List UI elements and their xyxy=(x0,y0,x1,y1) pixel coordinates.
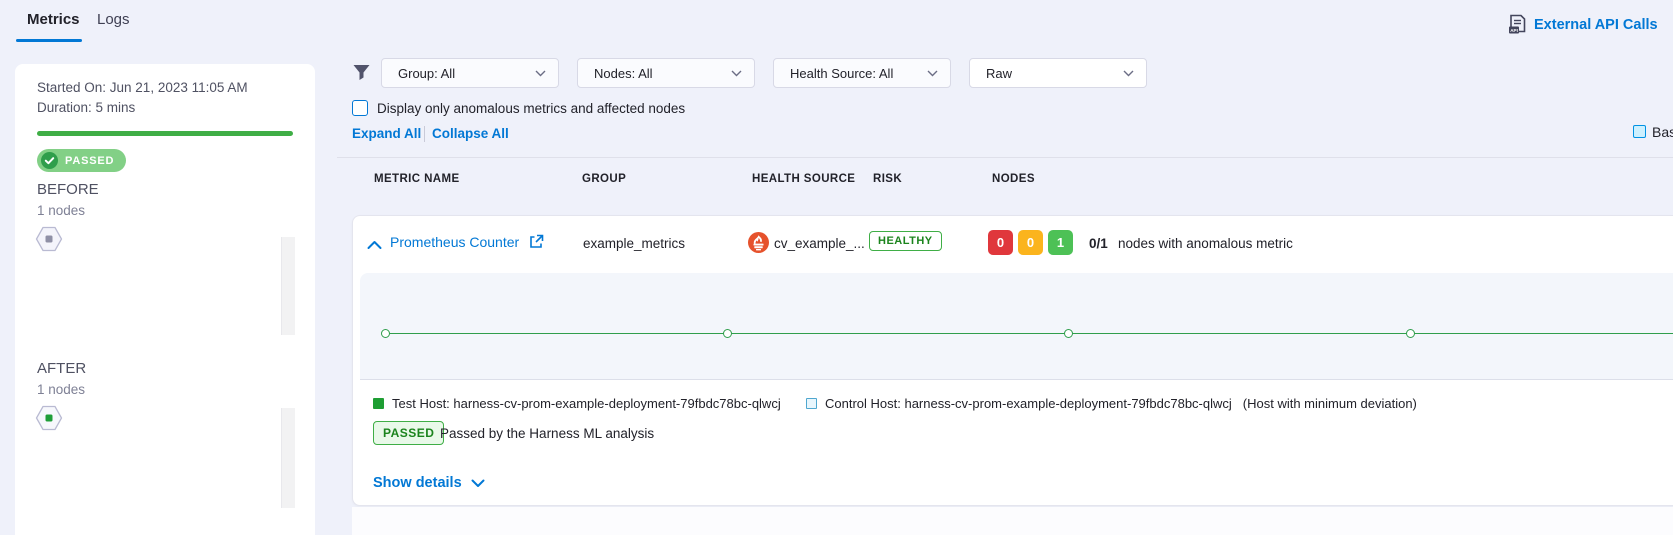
control-host-swatch-icon xyxy=(806,398,817,409)
analysis-verdict-text: Passed by the Harness ML analysis xyxy=(440,426,654,441)
legend-control-note: (Host with minimum deviation) xyxy=(1243,396,1417,411)
links-divider xyxy=(424,126,425,142)
tab-metrics[interactable]: Metrics xyxy=(27,11,80,28)
verification-status-badge: PASSED xyxy=(37,149,126,172)
baseline-legend-label: Base xyxy=(1652,124,1673,140)
anomalous-node-count-badge-red: 0 xyxy=(988,230,1013,255)
tab-metrics-active-underline xyxy=(16,39,82,42)
legend-test-host: Test Host: harness-cv-prom-example-deplo… xyxy=(373,396,781,411)
expand-all-link[interactable]: Expand All xyxy=(352,126,421,141)
chart-data-point-marker[interactable] xyxy=(1064,329,1073,338)
tab-logs[interactable]: Logs xyxy=(97,11,130,28)
timeseries-mode-value: Raw xyxy=(986,66,1012,81)
api-document-icon: API xyxy=(1508,14,1527,35)
nodes-filter-value: Nodes: All xyxy=(594,66,653,81)
chevron-down-icon xyxy=(731,70,742,77)
risk-status-badge: HEALTHY xyxy=(869,231,942,251)
analysis-verdict-badge: PASSED xyxy=(373,421,444,445)
svg-text:API: API xyxy=(1510,28,1518,33)
chart-data-point-marker[interactable] xyxy=(381,329,390,338)
before-node-hexagon-icon[interactable] xyxy=(35,226,63,257)
before-node-count: 1 nodes xyxy=(37,203,85,218)
anomalous-only-checkbox[interactable] xyxy=(352,100,368,116)
external-link-icon[interactable] xyxy=(529,234,544,254)
deployment-summary-panel: Started On: Jun 21, 2023 11:05 AM Durati… xyxy=(15,64,315,535)
health-source-cell: cv_example_... xyxy=(774,236,865,251)
after-node-count: 1 nodes xyxy=(37,382,85,397)
anomalous-only-label: Display only anomalous metrics and affec… xyxy=(377,101,685,116)
column-header-metric-name: METRIC NAME xyxy=(374,173,460,185)
chart-series-line xyxy=(386,333,1673,334)
column-header-risk: RISK xyxy=(873,173,902,185)
verification-progress-bar xyxy=(37,131,293,136)
filter-section-divider xyxy=(337,157,1673,158)
prometheus-icon xyxy=(748,232,769,258)
after-nodes-scrollbar[interactable] xyxy=(281,408,295,508)
column-header-nodes: NODES xyxy=(992,173,1035,185)
baseline-legend-swatch[interactable] xyxy=(1633,125,1646,138)
check-circle-icon xyxy=(41,152,58,169)
legend-test-host-label: Test Host: harness-cv-prom-example-deplo… xyxy=(392,396,781,411)
filter-funnel-icon xyxy=(352,63,371,87)
metric-chart[interactable] xyxy=(360,273,1673,380)
metric-name-link[interactable]: Prometheus Counter xyxy=(390,234,519,250)
metric-group-cell: example_metrics xyxy=(583,236,685,251)
legend-control-host: Control Host: harness-cv-prom-example-de… xyxy=(806,396,1417,411)
health-source-filter-dropdown[interactable]: Health Source: All xyxy=(773,58,951,88)
column-header-group: GROUP xyxy=(582,173,626,185)
scroll-gutter xyxy=(352,507,1673,535)
group-filter-dropdown[interactable]: Group: All xyxy=(381,58,559,88)
collapse-all-link[interactable]: Collapse All xyxy=(432,126,509,141)
legend-control-host-label: Control Host: harness-cv-prom-example-de… xyxy=(825,396,1232,411)
chart-data-point-marker[interactable] xyxy=(723,329,732,338)
after-section-title: AFTER xyxy=(37,360,86,377)
warning-node-count-badge-orange: 0 xyxy=(1018,230,1043,255)
verification-status-label: PASSED xyxy=(65,155,114,167)
test-host-swatch-icon xyxy=(373,398,384,409)
chevron-down-icon xyxy=(471,479,485,488)
column-header-health-source: HEALTH SOURCE xyxy=(752,173,855,185)
collapse-row-chevron-up-icon[interactable] xyxy=(367,237,382,255)
chevron-down-icon xyxy=(1123,70,1134,77)
show-details-label: Show details xyxy=(373,475,462,491)
started-on-text: Started On: Jun 21, 2023 11:05 AM xyxy=(37,78,248,98)
nodes-summary-ratio: 0/1 xyxy=(1089,236,1108,251)
external-api-calls-button[interactable]: API External API Calls xyxy=(1508,14,1658,35)
show-details-link[interactable]: Show details xyxy=(373,475,485,491)
after-node-hexagon-icon[interactable] xyxy=(35,405,63,436)
duration-text: Duration: 5 mins xyxy=(37,98,135,118)
nodes-filter-dropdown[interactable]: Nodes: All xyxy=(577,58,755,88)
chevron-down-icon xyxy=(535,70,546,77)
timeseries-mode-dropdown[interactable]: Raw xyxy=(969,58,1147,88)
external-api-calls-label: External API Calls xyxy=(1534,17,1658,33)
healthy-node-count-badge-green: 1 xyxy=(1048,230,1073,255)
group-filter-value: Group: All xyxy=(398,66,455,81)
health-source-filter-value: Health Source: All xyxy=(790,66,893,81)
before-section-title: BEFORE xyxy=(37,181,99,198)
nodes-summary-text: nodes with anomalous metric xyxy=(1118,236,1293,251)
chevron-down-icon xyxy=(927,70,938,77)
chart-data-point-marker[interactable] xyxy=(1406,329,1415,338)
before-nodes-scrollbar[interactable] xyxy=(281,237,295,335)
